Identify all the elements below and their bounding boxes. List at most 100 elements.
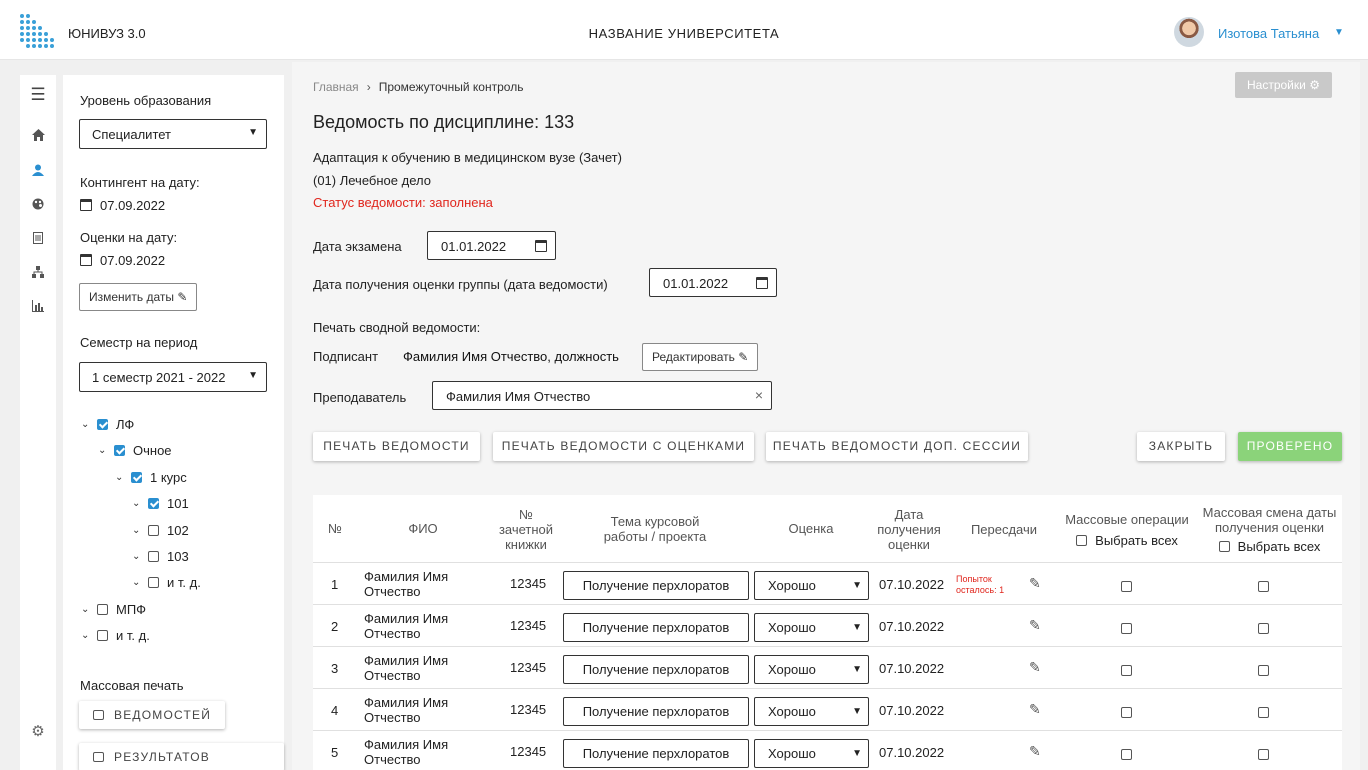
home-icon[interactable]	[20, 129, 56, 144]
print-sheet-button[interactable]: ПЕЧАТЬ ВЕДОМОСТИ	[313, 432, 480, 461]
tree-node-etc-groups[interactable]: ⌄ и т. д.	[132, 575, 201, 590]
chevron-down-icon[interactable]: ⌄	[132, 525, 148, 536]
grade-select[interactable]: Хорошо ▼	[754, 739, 869, 768]
col-num: №	[328, 521, 342, 536]
mass-date-checkbox[interactable]	[1258, 665, 1269, 676]
tree-node-course-1[interactable]: ⌄ 1 курс	[115, 470, 187, 485]
edit-signer-button[interactable]: Редактировать ✎	[642, 343, 759, 371]
education-level-label: Уровень образования	[80, 93, 212, 108]
tree-checkbox[interactable]	[148, 525, 159, 536]
chevron-down-icon[interactable]: ⌄	[132, 498, 148, 509]
palette-icon[interactable]	[20, 198, 56, 213]
calendar-icon[interactable]	[756, 277, 768, 289]
avatar[interactable]	[1174, 17, 1204, 47]
tree-checkbox[interactable]	[97, 630, 108, 641]
tree-checkbox[interactable]	[97, 419, 108, 430]
tree-checkbox[interactable]	[131, 472, 142, 483]
chevron-down-icon[interactable]: ⌄	[81, 419, 97, 430]
topic-field[interactable]: Получение перхлоратов	[563, 739, 749, 768]
grade-select[interactable]: Хорошо ▼	[754, 655, 869, 684]
select-all-checkbox[interactable]	[1218, 541, 1230, 552]
tree-node-101[interactable]: ⌄ 101	[132, 496, 189, 511]
document-icon[interactable]	[20, 232, 56, 247]
calendar-icon[interactable]	[535, 240, 547, 252]
col-grade: Оценка	[788, 521, 834, 536]
hierarchy-icon[interactable]	[20, 266, 56, 281]
chevron-down-icon[interactable]: ⌄	[115, 472, 131, 483]
tree-node-mpf[interactable]: ⌄ МПФ	[81, 602, 146, 617]
mass-ops-checkbox[interactable]	[1121, 623, 1132, 634]
mass-date-checkbox[interactable]	[1258, 623, 1269, 634]
print-with-grades-button[interactable]: ПЕЧАТЬ ВЕДОМОСТИ С ОЦЕНКАМИ	[493, 432, 754, 461]
user-name[interactable]: Изотова Татьяна	[1218, 26, 1319, 41]
select-all-mass-date[interactable]: Выбрать всех	[1197, 539, 1342, 554]
mass-ops-checkbox[interactable]	[1121, 665, 1132, 676]
gear-icon[interactable]: ⚙	[20, 722, 56, 740]
pencil-icon[interactable]: ✎	[1029, 701, 1041, 718]
pencil-icon[interactable]: ✎	[1029, 743, 1041, 760]
chevron-down-icon[interactable]: ⌄	[98, 445, 114, 456]
breadcrumb-home[interactable]: Главная	[313, 80, 359, 94]
tree-checkbox[interactable]	[97, 604, 108, 615]
education-level-select[interactable]: Специалитет ▼	[79, 119, 267, 149]
tree-checkbox[interactable]	[148, 498, 159, 509]
tree-checkbox[interactable]	[148, 551, 159, 562]
topic-field[interactable]: Получение перхлоратов	[563, 613, 749, 642]
tree-node-etc[interactable]: ⌄ и т. д.	[81, 628, 150, 643]
topic-field[interactable]: Получение перхлоратов	[563, 697, 749, 726]
mass-ops-checkbox[interactable]	[1121, 581, 1132, 592]
print-sheets-button[interactable]: ВЕДОМОСТЕЙ	[79, 701, 226, 729]
mass-date-checkbox[interactable]	[1258, 581, 1269, 592]
chevron-down-icon[interactable]: ⌄	[132, 577, 148, 588]
tree-node-103[interactable]: ⌄ 103	[132, 549, 189, 564]
row-fio: Фамилия Имя Отчество	[364, 695, 449, 725]
topic-field[interactable]: Получение перхлоратов	[563, 571, 749, 600]
print-results-button[interactable]: РЕЗУЛЬТАТОВ СЕССИИ	[79, 743, 284, 770]
row-date: 07.10.2022	[879, 661, 945, 676]
mass-ops-checkbox[interactable]	[1121, 707, 1132, 718]
group-date-field[interactable]: 01.01.2022	[649, 268, 777, 297]
exam-date-field[interactable]: 01.01.2022	[427, 231, 556, 260]
col-retakes: Пересдачи	[970, 522, 1038, 537]
grade-select[interactable]: Хорошо ▼	[754, 571, 869, 600]
change-dates-button[interactable]: Изменить даты ✎	[79, 283, 198, 311]
user-icon[interactable]	[20, 164, 56, 179]
pencil-icon[interactable]: ✎	[1029, 659, 1041, 676]
pencil-icon[interactable]: ✎	[1029, 617, 1041, 634]
semester-select[interactable]: 1 семестр 2021 - 2022 ▼	[79, 362, 267, 392]
pencil-icon: ✎	[177, 290, 188, 304]
pencil-icon[interactable]: ✎	[1029, 575, 1041, 592]
tree-node-lf[interactable]: ⌄ ЛФ	[81, 417, 134, 432]
tree-node-102[interactable]: ⌄ 102	[132, 523, 189, 538]
tree-checkbox[interactable]	[114, 445, 125, 456]
mass-ops-checkbox[interactable]	[1121, 749, 1132, 760]
icon-sidebar: ☰ ⚙	[20, 75, 56, 770]
row-num: 5	[331, 745, 339, 760]
topic-field[interactable]: Получение перхлоратов	[563, 655, 749, 684]
university-name: НАЗВАНИЕ УНИВЕРСИТЕТА	[588, 26, 780, 41]
settings-button[interactable]: Настройки ⚙	[1235, 72, 1332, 98]
summary-print-label: Печать сводной ведомости:	[313, 320, 481, 335]
chevron-down-icon[interactable]: ⌄	[132, 551, 148, 562]
select-all-checkbox[interactable]	[1076, 535, 1088, 546]
print-extra-session-button[interactable]: ПЕЧАТЬ ВЕДОМОСТИ ДОП. СЕССИИ	[766, 432, 1028, 461]
tree-checkbox[interactable]	[148, 577, 159, 588]
mass-date-checkbox[interactable]	[1258, 707, 1269, 718]
mass-date-checkbox[interactable]	[1258, 749, 1269, 760]
close-button[interactable]: ЗАКРЫТЬ	[1137, 432, 1225, 461]
close-icon[interactable]: ×	[755, 387, 763, 403]
menu-icon[interactable]: ☰	[20, 85, 56, 105]
chevron-down-icon[interactable]: ▼	[1334, 27, 1344, 38]
chevron-down-icon[interactable]: ⌄	[81, 604, 97, 615]
chevron-down-icon[interactable]: ⌄	[81, 630, 97, 641]
grade-select[interactable]: Хорошо ▼	[754, 697, 869, 726]
calendar-icon	[80, 199, 92, 211]
top-bar: ЮНИВУЗ 3.0 НАЗВАНИЕ УНИВЕРСИТЕТА Изотова…	[0, 0, 1368, 60]
select-all-mass-ops[interactable]: Выбрать всех	[1057, 533, 1197, 548]
teacher-field[interactable]: Фамилия Имя Отчество ×	[432, 381, 772, 410]
grade-select[interactable]: Хорошо ▼	[754, 613, 869, 642]
chevron-down-icon: ▼	[248, 127, 258, 138]
tree-node-ochnoe[interactable]: ⌄ Очное	[98, 443, 172, 458]
chart-icon[interactable]	[20, 300, 56, 315]
checked-button[interactable]: ПРОВЕРЕНО	[1238, 432, 1342, 461]
